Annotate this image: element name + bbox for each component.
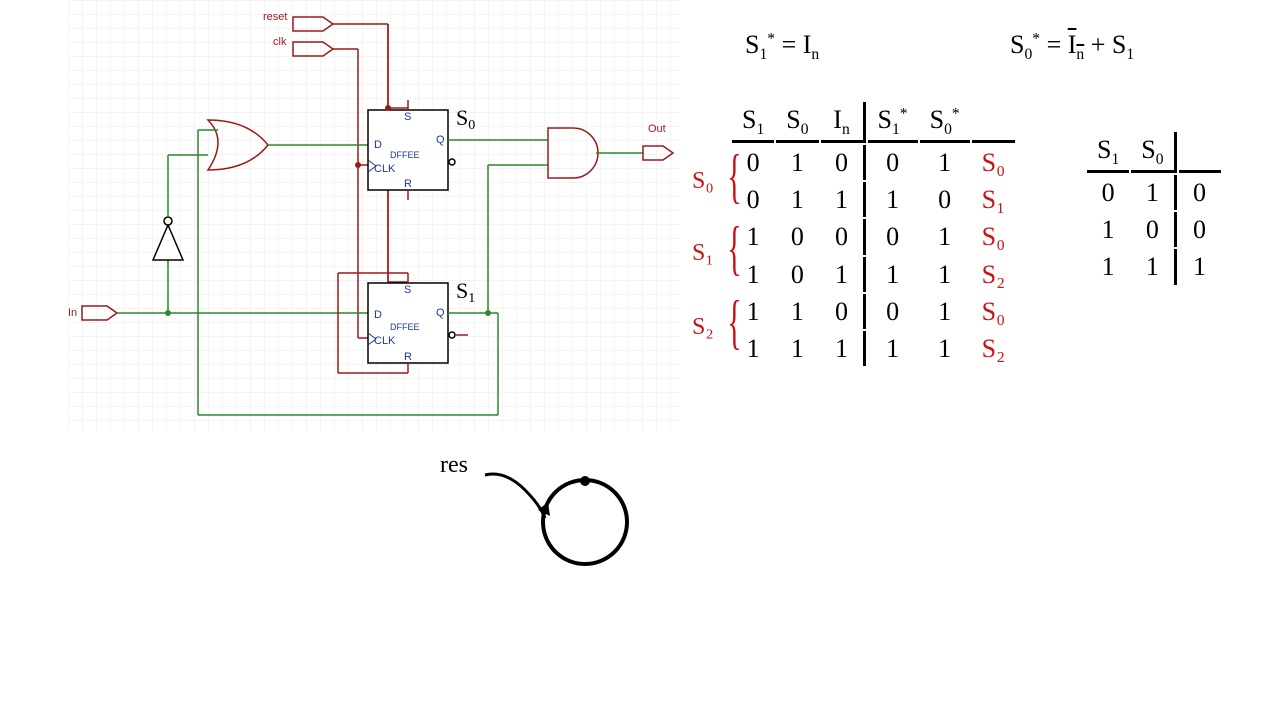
state-transition-table: S1 S0 In S1* S0* 01001S₀01110S₁10001S₀10… — [730, 100, 1017, 368]
out-label: Out — [648, 123, 666, 135]
svg-text:S: S — [404, 111, 411, 123]
state-group-label: S₀ — [692, 168, 714, 195]
dff-s1: D Q CLK S R DFFEE S1 — [198, 165, 548, 415]
circuit-schematic: reset clk In — [68, 0, 748, 432]
res-label: res — [440, 452, 468, 478]
svg-text:R: R — [404, 178, 412, 190]
brace-icon: { — [727, 288, 741, 357]
state-diagram-sketch: res — [430, 450, 680, 600]
clk-port: clk — [273, 36, 368, 338]
svg-text:CLK: CLK — [374, 163, 396, 175]
svg-text:DFFEE: DFFEE — [390, 322, 420, 332]
state-group-label: S₂ — [692, 314, 714, 341]
and-gate — [548, 128, 643, 178]
s1-output-label: S1 — [456, 278, 475, 306]
out-port: Out — [643, 123, 673, 160]
eq-s1star: S1* = In — [745, 30, 819, 64]
svg-text:D: D — [374, 139, 382, 151]
svg-text:R: R — [404, 351, 412, 363]
in-label: In — [68, 307, 77, 319]
svg-text:Q: Q — [436, 134, 445, 146]
clk-label: clk — [273, 36, 287, 48]
state-group-label: S₁ — [692, 240, 714, 267]
svg-text:DFFEE: DFFEE — [390, 150, 420, 160]
dff-s0: D Q CLK S R DFFEE S0 — [368, 100, 548, 200]
svg-text:CLK: CLK — [374, 335, 396, 347]
or-gate — [198, 120, 368, 415]
reset-label: reset — [263, 11, 287, 23]
in-port: In — [68, 260, 368, 320]
svg-text:S: S — [404, 284, 411, 296]
output-table: S1 S0 010100111 — [1085, 130, 1223, 287]
eq-s0star: S0* = In + S1 — [1010, 30, 1134, 64]
svg-text:Q: Q — [436, 307, 445, 319]
not-gate — [153, 155, 208, 260]
brace-icon: { — [727, 142, 741, 211]
svg-text:D: D — [374, 309, 382, 321]
brace-icon: { — [727, 214, 741, 283]
s0-output-label: S0 — [456, 105, 475, 133]
